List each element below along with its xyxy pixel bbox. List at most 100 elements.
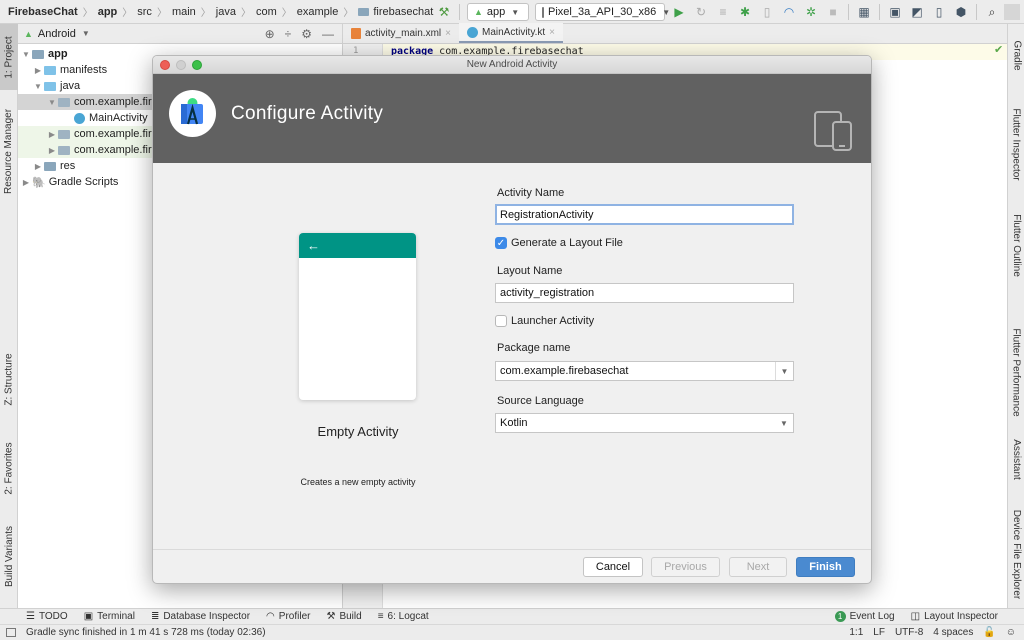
tool-logcat[interactable]: ≡ 6: Logcat bbox=[378, 611, 429, 622]
device-select[interactable]: Pixel_3a_API_30_x86 ▼ bbox=[535, 3, 670, 21]
hammer-icon[interactable]: ⚒ bbox=[434, 2, 454, 22]
project-view-select[interactable]: Android bbox=[38, 28, 76, 40]
tab-device-file-explorer-label: Device File Explorer bbox=[1011, 509, 1023, 599]
activity-name-input[interactable]: RegistrationActivity bbox=[495, 204, 794, 225]
avd-manager-icon[interactable]: ◩ bbox=[907, 2, 927, 22]
finish-button[interactable]: Finish bbox=[796, 557, 855, 577]
chevron-down-icon[interactable]: ▼ bbox=[775, 362, 793, 380]
chevron-down-icon[interactable]: ▼ bbox=[82, 29, 90, 38]
tab-flutter-performance[interactable]: Flutter Performance bbox=[1008, 312, 1024, 432]
debug-attach-icon[interactable]: ✲ bbox=[801, 2, 821, 22]
breadcrumb-main[interactable]: main bbox=[172, 6, 196, 18]
apply-changes-icon[interactable]: ↻ bbox=[691, 2, 711, 22]
expand-arrow-icon[interactable]: ▼ bbox=[20, 50, 32, 59]
tab-project[interactable]: 1: Project bbox=[0, 24, 18, 90]
expand-arrow-icon[interactable]: ▶ bbox=[20, 178, 32, 187]
tab-structure[interactable]: Z: Structure bbox=[0, 344, 18, 414]
tab-mainactivity-kt[interactable]: MainActivity.kt × bbox=[458, 23, 563, 43]
tool-build[interactable]: ⚒ Build bbox=[326, 611, 361, 622]
device-manager-icon[interactable]: ▯ bbox=[929, 2, 949, 22]
layout-name-input[interactable]: activity_registration bbox=[495, 283, 794, 303]
tab-assistant[interactable]: Assistant bbox=[1008, 424, 1024, 494]
breadcrumb-separator: 〉 bbox=[240, 8, 251, 19]
status-toggle-icon[interactable] bbox=[6, 628, 16, 637]
android-icon: ▲ bbox=[24, 28, 33, 39]
status-bar: Gradle sync finished in 1 m 41 s 728 ms … bbox=[0, 624, 1024, 640]
breadcrumb-app[interactable]: app bbox=[98, 6, 118, 18]
tool-profiler[interactable]: ◠ Profiler bbox=[266, 611, 310, 622]
debug-icon[interactable]: ✱ bbox=[735, 2, 755, 22]
tool-database-inspector[interactable]: ≣ Database Inspector bbox=[151, 611, 250, 622]
generate-layout-checkbox[interactable]: ✓ bbox=[495, 237, 507, 249]
expand-arrow-icon[interactable]: ▶ bbox=[32, 162, 44, 171]
launcher-activity-label[interactable]: Launcher Activity bbox=[511, 315, 594, 327]
tab-device-file-explorer[interactable]: Device File Explorer bbox=[1008, 504, 1024, 604]
close-icon[interactable]: × bbox=[445, 28, 451, 39]
tab-build-variants[interactable]: Build Variants bbox=[0, 518, 18, 594]
minimize-window-button[interactable] bbox=[176, 60, 186, 70]
expand-arrow-icon[interactable]: ▼ bbox=[32, 82, 44, 91]
close-icon[interactable]: × bbox=[549, 27, 555, 38]
tab-gradle[interactable]: Gradle bbox=[1008, 30, 1024, 80]
sdk-manager-icon[interactable]: ⬢ bbox=[951, 2, 971, 22]
tool-layout-inspector[interactable]: ◫ Layout Inspector bbox=[911, 611, 998, 622]
breadcrumb-example[interactable]: example bbox=[297, 6, 339, 18]
tab-label: MainActivity.kt bbox=[481, 26, 546, 38]
expand-arrow-icon[interactable]: ▶ bbox=[46, 130, 58, 139]
hide-panel-icon[interactable]: — bbox=[322, 27, 334, 41]
tool-todo[interactable]: ☰ TODO bbox=[26, 611, 68, 622]
stop-icon[interactable]: ■ bbox=[823, 2, 843, 22]
status-message[interactable]: Gradle sync finished in 1 m 41 s 728 ms … bbox=[26, 627, 266, 638]
breadcrumb-com[interactable]: com bbox=[256, 6, 277, 18]
apply-code-changes-icon[interactable]: ≡ bbox=[713, 2, 733, 22]
project-structure-icon[interactable]: ▦ bbox=[854, 2, 874, 22]
breadcrumb-project[interactable]: FirebaseChat bbox=[8, 6, 78, 18]
attach-debugger-icon[interactable]: ▯ bbox=[757, 2, 777, 22]
cancel-button[interactable]: Cancel bbox=[583, 557, 643, 577]
tree-item-label: Gradle Scripts bbox=[48, 176, 119, 188]
user-icon[interactable] bbox=[1004, 4, 1020, 20]
inspector-icon[interactable]: ☺ bbox=[1006, 627, 1016, 638]
breadcrumb-separator: 〉 bbox=[281, 8, 292, 19]
inspection-ok-icon[interactable]: ✔ bbox=[994, 43, 1003, 56]
expand-arrow-icon[interactable]: ▼ bbox=[46, 98, 58, 107]
run-icon[interactable]: ▶ bbox=[669, 2, 689, 22]
zoom-window-button[interactable] bbox=[192, 60, 202, 70]
breadcrumb-firebasechat[interactable]: firebasechat bbox=[373, 6, 433, 18]
source-language-select[interactable]: Kotlin ▼ bbox=[495, 413, 794, 433]
tree-item-label: manifests bbox=[60, 64, 108, 76]
tree-item-label: MainActivity bbox=[89, 112, 148, 124]
package-name-combobox[interactable]: com.example.firebasechat ▼ bbox=[495, 361, 794, 381]
next-button[interactable]: Next bbox=[729, 557, 787, 577]
generate-layout-label[interactable]: Generate a Layout File bbox=[511, 237, 623, 249]
indent-setting[interactable]: 4 spaces bbox=[933, 627, 973, 638]
tab-activity-main-xml[interactable]: activity_main.xml × bbox=[343, 23, 459, 43]
expand-arrow-icon[interactable]: ▶ bbox=[32, 66, 44, 75]
locate-icon[interactable]: ⊕ bbox=[265, 27, 275, 41]
search-icon[interactable]: ⌕ bbox=[982, 2, 1002, 22]
collapse-all-icon[interactable]: ÷ bbox=[285, 27, 292, 41]
breadcrumb-java[interactable]: java bbox=[216, 6, 236, 18]
profile-icon[interactable]: ◠ bbox=[779, 2, 799, 22]
tab-resource-manager[interactable]: Resource Manager bbox=[0, 96, 18, 206]
launcher-activity-checkbox[interactable] bbox=[495, 315, 507, 327]
expand-arrow-icon[interactable]: ▶ bbox=[46, 146, 58, 155]
breadcrumb-src[interactable]: src bbox=[137, 6, 152, 18]
line-separator[interactable]: LF bbox=[873, 627, 885, 638]
list-icon: ☰ bbox=[26, 611, 35, 622]
caret-position[interactable]: 1:1 bbox=[849, 627, 863, 638]
lock-icon[interactable]: 🔓 bbox=[983, 627, 995, 638]
gear-icon[interactable]: ⚙ bbox=[301, 27, 312, 41]
tab-favorites[interactable]: 2: Favorites bbox=[0, 430, 18, 506]
previous-button[interactable]: Previous bbox=[651, 557, 720, 577]
run-configuration-select[interactable]: ▲ app ▼ bbox=[467, 3, 529, 21]
tool-terminal[interactable]: ▣ Terminal bbox=[84, 611, 135, 622]
tool-event-log[interactable]: 1 Event Log bbox=[834, 611, 895, 622]
tab-flutter-inspector[interactable]: Flutter Inspector bbox=[1008, 94, 1024, 194]
close-window-button[interactable] bbox=[160, 60, 170, 70]
tab-flutter-outline[interactable]: Flutter Outline bbox=[1008, 200, 1024, 290]
terminal-icon[interactable]: ▣ bbox=[885, 2, 905, 22]
tool-window-bar: ☰ TODO ▣ Terminal ≣ Database Inspector ◠ Pro… bbox=[0, 608, 1024, 624]
editor-tabs: activity_main.xml × MainActivity.kt × bbox=[343, 23, 1007, 44]
file-encoding[interactable]: UTF-8 bbox=[895, 627, 923, 638]
